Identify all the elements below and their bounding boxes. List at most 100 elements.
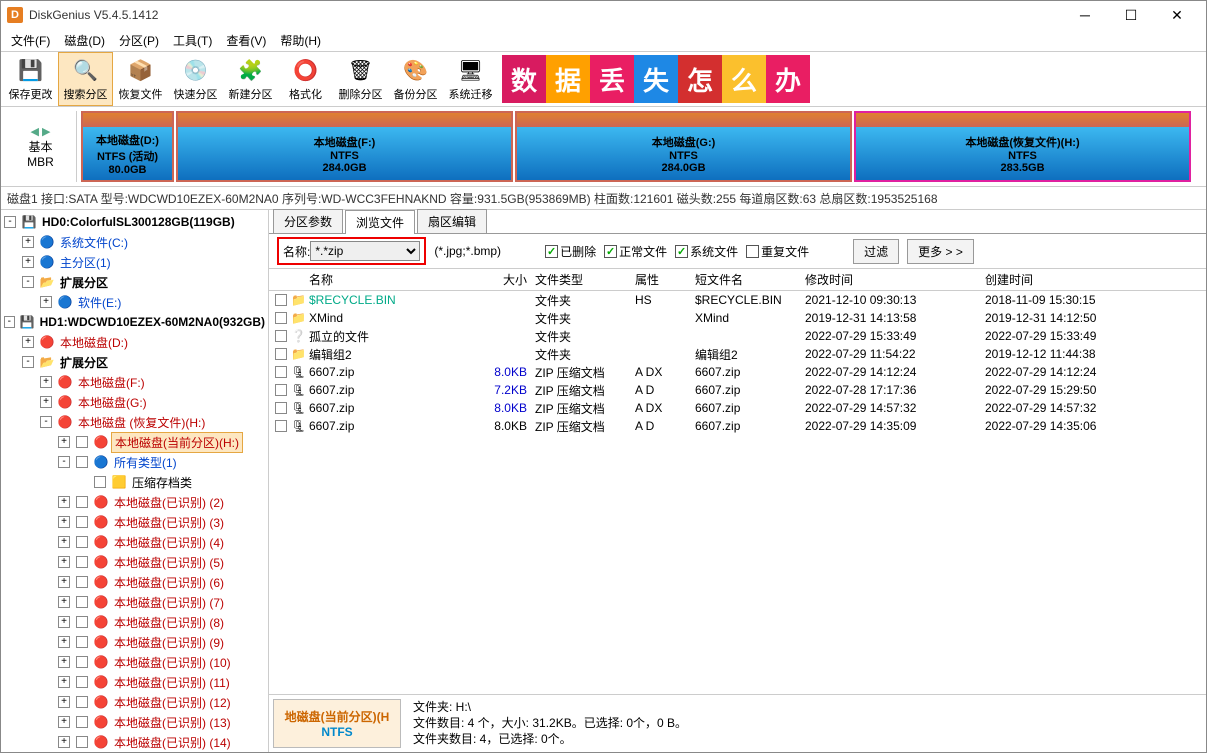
expand-icon[interactable]: +: [58, 656, 70, 668]
expand-icon[interactable]: -: [22, 356, 34, 368]
chk-system[interactable]: 系统文件: [675, 243, 738, 260]
checkbox-icon[interactable]: [275, 348, 287, 360]
expand-icon[interactable]: -: [4, 216, 16, 228]
checkbox-icon[interactable]: [275, 420, 287, 432]
new-partition-button[interactable]: 🧩新建分区: [223, 52, 278, 106]
expand-icon[interactable]: +: [22, 256, 34, 268]
tree-item[interactable]: +🔴本地磁盘(F:): [1, 372, 268, 392]
checkbox-icon[interactable]: [76, 696, 88, 708]
menu-partition[interactable]: 分区(P): [113, 30, 165, 51]
expand-icon[interactable]: +: [58, 696, 70, 708]
partition-block[interactable]: 本地磁盘(G:)NTFS284.0GB: [515, 111, 852, 182]
chk-normal[interactable]: 正常文件: [604, 243, 667, 260]
expand-icon[interactable]: +: [22, 336, 34, 348]
minimize-button[interactable]: ─: [1062, 1, 1108, 29]
tree-item[interactable]: +🔴本地磁盘(已识别) (11): [1, 672, 268, 692]
tree-item[interactable]: +🔴本地磁盘(已识别) (7): [1, 592, 268, 612]
tree-item[interactable]: +🔴本地磁盘(D:): [1, 332, 268, 352]
checkbox-icon[interactable]: [275, 366, 287, 378]
expand-icon[interactable]: -: [40, 416, 52, 428]
menu-file[interactable]: 文件(F): [5, 30, 56, 51]
chk-duplicate[interactable]: 重复文件: [746, 243, 809, 260]
tree-item[interactable]: +🔴本地磁盘(已识别) (14): [1, 732, 268, 752]
tree-item[interactable]: +🔴本地磁盘(已识别) (10): [1, 652, 268, 672]
expand-icon[interactable]: +: [58, 716, 70, 728]
col-type[interactable]: 文件类型: [531, 271, 631, 288]
expand-icon[interactable]: -: [22, 276, 34, 288]
col-short[interactable]: 短文件名: [691, 271, 801, 288]
mbr-block[interactable]: ◀ ▶ 基本 MBR: [5, 111, 77, 182]
file-row[interactable]: 🗜 6607.zip 7.2KB ZIP 压缩文档 A D 6607.zip 2…: [269, 381, 1206, 399]
tree-item[interactable]: +🔴本地磁盘(已识别) (12): [1, 692, 268, 712]
tree-item[interactable]: -💾HD0:ColorfulSL300128GB(119GB): [1, 212, 268, 232]
expand-icon[interactable]: +: [40, 376, 52, 388]
checkbox-icon[interactable]: [76, 536, 88, 548]
tree-item[interactable]: +🔴本地磁盘(已识别) (3): [1, 512, 268, 532]
expand-icon[interactable]: +: [58, 536, 70, 548]
expand-icon[interactable]: +: [22, 236, 34, 248]
expand-icon[interactable]: +: [58, 616, 70, 628]
backup-partition-button[interactable]: 🎨备份分区: [388, 52, 443, 106]
checkbox-icon[interactable]: [76, 496, 88, 508]
file-row[interactable]: 🗜 6607.zip 8.0KB ZIP 压缩文档 A DX 6607.zip …: [269, 399, 1206, 417]
more-button[interactable]: 更多 > >: [907, 239, 974, 264]
col-mod[interactable]: 修改时间: [801, 271, 981, 288]
tree-item[interactable]: -💾HD1:WDCWD10EZEX-60M2NA0(932GB): [1, 312, 268, 332]
expand-icon[interactable]: +: [58, 636, 70, 648]
checkbox-icon[interactable]: [76, 456, 88, 468]
tree-item[interactable]: -📂扩展分区: [1, 272, 268, 292]
checkbox-icon[interactable]: [94, 476, 106, 488]
expand-icon[interactable]: +: [58, 576, 70, 588]
expand-icon[interactable]: +: [40, 396, 52, 408]
file-row[interactable]: 🗜 6607.zip 8.0KB ZIP 压缩文档 A D 6607.zip 2…: [269, 417, 1206, 435]
tab-sector-edit[interactable]: 扇区编辑: [417, 209, 487, 233]
expand-icon[interactable]: +: [58, 496, 70, 508]
checkbox-icon[interactable]: [275, 402, 287, 414]
partition-block[interactable]: 本地磁盘(F:)NTFS284.0GB: [176, 111, 513, 182]
checkbox-icon[interactable]: [76, 576, 88, 588]
search-partition-button[interactable]: 🔍搜索分区: [58, 52, 113, 106]
filter-button[interactable]: 过滤: [853, 239, 899, 264]
expand-icon[interactable]: +: [58, 436, 70, 448]
file-row[interactable]: 🗜 6607.zip 8.0KB ZIP 压缩文档 A DX 6607.zip …: [269, 363, 1206, 381]
file-list-header[interactable]: 名称 大小 文件类型 属性 短文件名 修改时间 创建时间: [269, 269, 1206, 291]
menu-tools[interactable]: 工具(T): [167, 30, 218, 51]
tab-browse-files[interactable]: 浏览文件: [345, 210, 415, 234]
checkbox-icon[interactable]: [275, 384, 287, 396]
expand-icon[interactable]: +: [58, 596, 70, 608]
expand-icon[interactable]: +: [58, 676, 70, 688]
tab-partition-params[interactable]: 分区参数: [273, 209, 343, 233]
tree-item[interactable]: -📂扩展分区: [1, 352, 268, 372]
checkbox-icon[interactable]: [76, 716, 88, 728]
file-row[interactable]: 📁 编辑组2 文件夹 编辑组2 2022-07-29 11:54:22 2019…: [269, 345, 1206, 363]
checkbox-icon[interactable]: [76, 436, 88, 448]
file-row[interactable]: ❔ 孤立的文件 文件夹 2022-07-29 15:33:49 2022-07-…: [269, 327, 1206, 345]
expand-icon[interactable]: +: [58, 556, 70, 568]
disk-tree[interactable]: -💾HD0:ColorfulSL300128GB(119GB)+🔵系统文件(C:…: [1, 210, 269, 752]
col-size[interactable]: 大小: [475, 271, 531, 288]
file-row[interactable]: 📁 $RECYCLE.BIN 文件夹 HS $RECYCLE.BIN 2021-…: [269, 291, 1206, 309]
tree-item[interactable]: +🔵系统文件(C:): [1, 232, 268, 252]
format-button[interactable]: ⭕格式化: [278, 52, 333, 106]
delete-partition-button[interactable]: 🗑删除分区: [333, 52, 388, 106]
quick-partition-button[interactable]: 💿快速分区: [168, 52, 223, 106]
menu-help[interactable]: 帮助(H): [274, 30, 327, 51]
expand-icon[interactable]: +: [40, 296, 52, 308]
tree-item[interactable]: +🔴本地磁盘(已识别) (6): [1, 572, 268, 592]
col-name[interactable]: 名称: [305, 271, 475, 288]
close-button[interactable]: ✕: [1154, 1, 1200, 29]
checkbox-icon[interactable]: [275, 330, 287, 342]
checkbox-icon[interactable]: [76, 616, 88, 628]
checkbox-icon[interactable]: [76, 636, 88, 648]
tree-item[interactable]: -🔴本地磁盘 (恢复文件)(H:): [1, 412, 268, 432]
checkbox-icon[interactable]: [275, 294, 287, 306]
checkbox-icon[interactable]: [76, 736, 88, 748]
checkbox-icon[interactable]: [275, 312, 287, 324]
menu-disk[interactable]: 磁盘(D): [58, 30, 111, 51]
checkbox-icon[interactable]: [76, 596, 88, 608]
expand-icon[interactable]: +: [58, 516, 70, 528]
checkbox-icon[interactable]: [76, 676, 88, 688]
file-row[interactable]: 📁 XMind 文件夹 XMind 2019-12-31 14:13:58 20…: [269, 309, 1206, 327]
tree-item[interactable]: +🔴本地磁盘(已识别) (4): [1, 532, 268, 552]
expand-icon[interactable]: -: [4, 316, 15, 328]
